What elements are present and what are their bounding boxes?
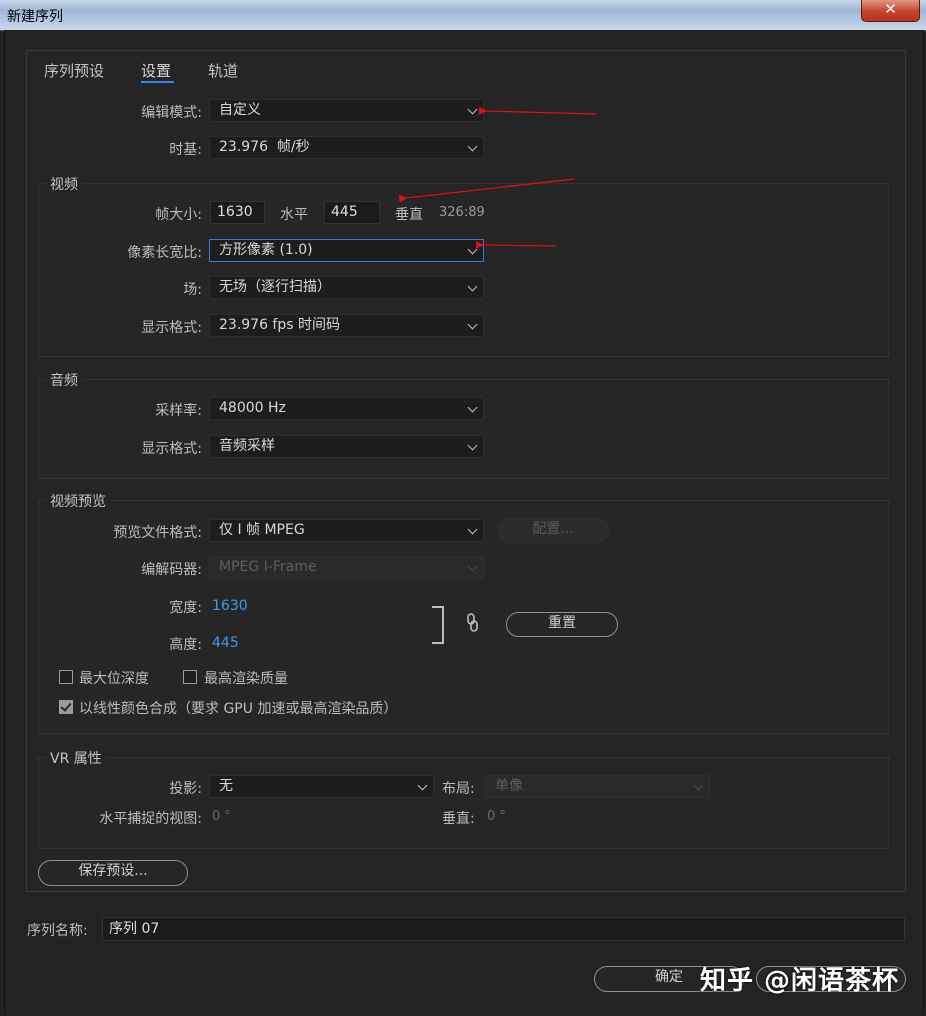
annotation-arrow-frame-size: [398, 178, 575, 203]
annotation-arrow-edit-mode: [478, 106, 597, 115]
annotation-overlay: [398, 106, 597, 249]
annotation-arrow-pixel-aspect: [475, 240, 557, 249]
